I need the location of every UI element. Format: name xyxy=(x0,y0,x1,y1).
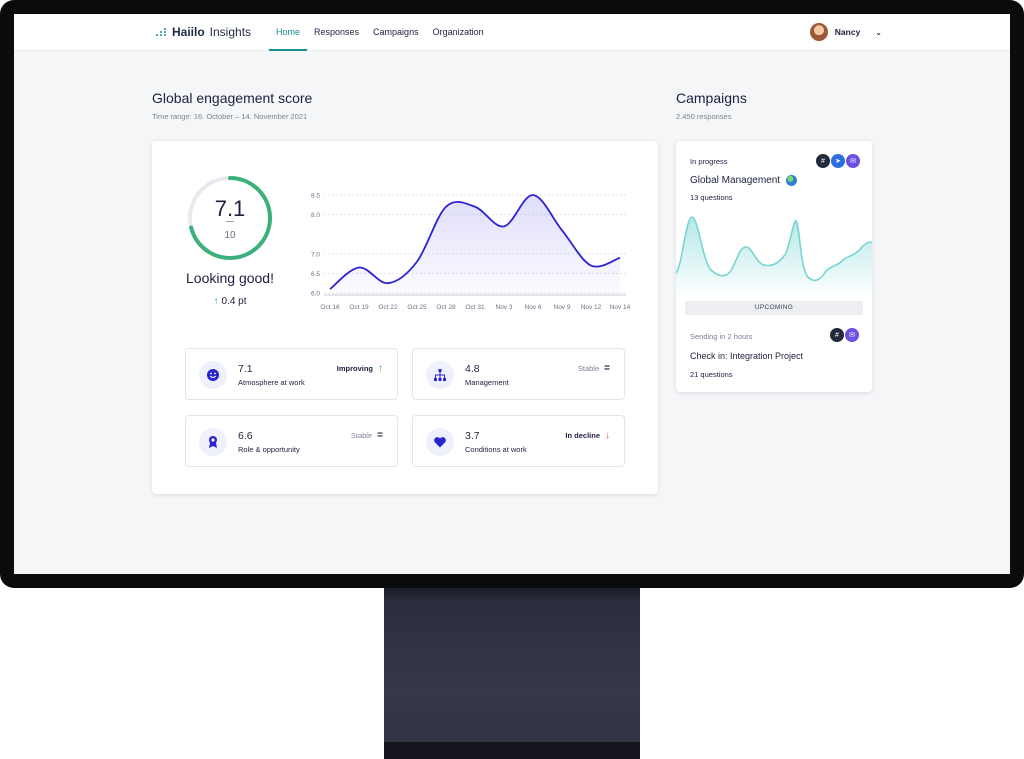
metric-label: Atmosphere at work xyxy=(238,378,305,387)
campaign-name[interactable]: Global Management xyxy=(690,175,798,186)
nav-home[interactable]: Home xyxy=(269,14,308,51)
app-screen: Haiilo Insights Home Responses Campaigns… xyxy=(14,14,1010,574)
x-tick-label: Nov 6 xyxy=(525,304,542,311)
engagement-card: 7.1 10 Looking good! ↑ 0.4 pt 8.5 8.0 7.0 6.… xyxy=(152,141,658,494)
campaign-sparkline xyxy=(676,216,872,297)
metric-label: Management xyxy=(465,378,509,387)
campaign-channels: # ➤ ✉ xyxy=(816,154,860,168)
trend-label: In decline xyxy=(565,431,600,440)
score-max: 10 xyxy=(224,230,236,241)
smiley-icon xyxy=(199,361,227,389)
top-navigation-bar: Haiilo Insights Home Responses Campaigns… xyxy=(14,14,1010,51)
metric-value: 3.7 xyxy=(465,430,480,442)
send-icon: ➤ xyxy=(831,154,845,168)
slack-icon: # xyxy=(816,154,830,168)
arrow-up-icon: ↑ xyxy=(378,363,383,374)
trend-label: Stable xyxy=(350,431,373,440)
metric-trend: Stable = xyxy=(578,363,610,374)
slack-icon: # xyxy=(830,328,844,342)
campaigns-title: Campaigns xyxy=(676,90,747,106)
mail-icon: ✉ xyxy=(846,154,860,168)
campaigns-responses: 2.450 responses xyxy=(676,112,732,121)
arrow-down-icon: ↓ xyxy=(605,430,610,441)
user-menu[interactable]: Nancy ⌄ xyxy=(809,23,882,41)
monitor-stand-base xyxy=(384,742,640,759)
y-tick-label: 7.0 xyxy=(311,251,320,258)
nav-organization[interactable]: Organization xyxy=(426,14,491,51)
metric-trend: Stable = xyxy=(351,430,383,441)
equals-icon: = xyxy=(377,430,383,441)
metric-trend: Improving ↑ xyxy=(337,363,383,374)
metric-card-conditions[interactable]: 3.7 Conditions at work In decline ↓ xyxy=(412,415,625,467)
delta-value: 0.4 pt xyxy=(221,296,247,307)
campaign-name-text: Global Management xyxy=(690,175,781,186)
arrow-up-icon: ↑ xyxy=(213,296,219,307)
x-tick-label: Nov 14 xyxy=(610,304,631,311)
monitor-stand xyxy=(384,588,640,759)
campaign-channels: # ✉ xyxy=(830,328,859,342)
x-tick-label: Nov 12 xyxy=(581,304,602,311)
campaign-questions: 13 questions xyxy=(690,193,733,202)
metric-value: 7.1 xyxy=(238,363,253,375)
x-tick-label: Oct 25 xyxy=(407,304,427,311)
score-delta: ↑ 0.4 pt xyxy=(166,296,294,307)
x-tick-label: Oct 28 xyxy=(436,304,456,311)
metric-card-role[interactable]: 6.6 Role & opportunity Stable = xyxy=(185,415,398,467)
x-tick-label: Oct 19 xyxy=(349,304,369,311)
globe-icon xyxy=(786,175,798,186)
trend-label: Stable xyxy=(577,364,600,373)
score-divider xyxy=(226,221,234,222)
engagement-title: Global engagement score xyxy=(152,90,313,106)
y-tick-label: 8.5 xyxy=(311,193,320,200)
time-range: Time range: 16. October – 14. November 2… xyxy=(152,112,308,121)
campaign-send-time: Sending in 2 hours xyxy=(690,332,753,341)
app-logo[interactable]: Haiilo Insights xyxy=(155,25,251,39)
x-tick-label: Nov 9 xyxy=(554,304,571,311)
avatar xyxy=(809,23,828,41)
heart-icon xyxy=(426,428,454,456)
campaign-status: In progress xyxy=(690,157,728,166)
x-tick-label: Oct 16 xyxy=(320,304,340,311)
metric-trend: In decline ↓ xyxy=(565,430,610,441)
brand-name: Haiilo xyxy=(172,25,205,39)
x-tick-label: Oct 22 xyxy=(378,304,398,311)
equals-icon: = xyxy=(604,363,610,374)
upcoming-divider: UPCOMING xyxy=(685,301,863,315)
y-tick-label: 8.0 xyxy=(311,212,320,219)
y-tick-label: 6.0 xyxy=(311,291,320,298)
y-tick-label: 6.5 xyxy=(311,271,320,278)
metric-card-atmosphere[interactable]: 7.1 Atmosphere at work Improving ↑ xyxy=(185,348,398,400)
engagement-line-chart: 8.5 8.0 7.0 6.5 6.0Oct 16 Oct 19 Oct 22 Oct 25 O… xyxy=(311,193,631,312)
metric-value: 6.6 xyxy=(238,430,253,442)
score-value: 7.1 xyxy=(214,196,246,221)
monitor-frame: Haiilo Insights Home Responses Campaigns… xyxy=(0,0,1024,588)
upcoming-campaign-questions: 21 questions xyxy=(690,370,733,379)
trend-label: Improving xyxy=(336,364,373,373)
hierarchy-icon xyxy=(426,361,454,389)
x-tick-label: Nov 3 xyxy=(496,304,513,311)
metric-value: 4.8 xyxy=(465,363,480,375)
award-icon xyxy=(199,428,227,456)
mail-icon: ✉ xyxy=(845,328,859,342)
chevron-down-icon: ⌄ xyxy=(875,27,882,37)
brand-product: Insights xyxy=(209,25,252,39)
main-nav: Home Responses Campaigns Organization xyxy=(269,14,491,51)
nav-campaigns[interactable]: Campaigns xyxy=(366,14,426,51)
campaigns-card[interactable]: In progress # ➤ ✉ Global Management 13 q… xyxy=(676,141,872,392)
x-tick-label: Oct 31 xyxy=(465,304,485,311)
logo-mark-icon xyxy=(155,26,167,38)
chart-area xyxy=(330,194,620,295)
metric-label: Conditions at work xyxy=(465,445,527,454)
nav-responses[interactable]: Responses xyxy=(307,14,366,51)
user-name: Nancy xyxy=(834,27,861,37)
score-status: Looking good! xyxy=(186,270,274,286)
metric-label: Role & opportunity xyxy=(238,445,300,454)
metric-card-management[interactable]: 4.8 Management Stable = xyxy=(412,348,625,400)
upcoming-campaign-name[interactable]: Check in: Integration Project xyxy=(690,351,803,361)
